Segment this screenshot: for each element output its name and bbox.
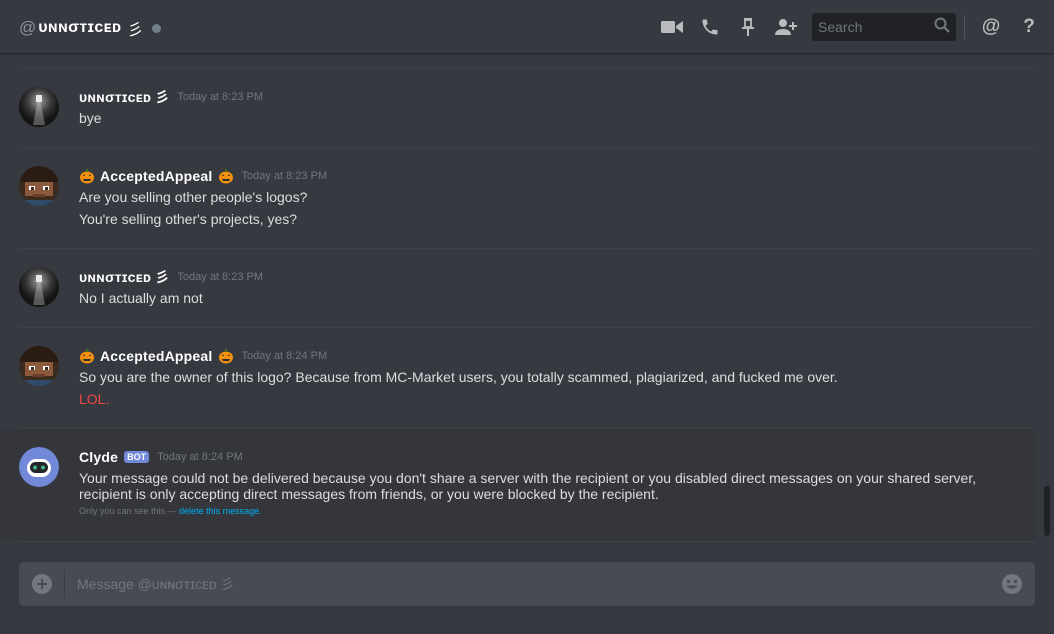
delete-message-link[interactable]: delete this message. [179, 506, 262, 516]
message-body: ᴜɴɴσᴛɪcᴇᴅ 彡 Today at 8:23 PM No I actual… [79, 267, 996, 309]
pumpkin-emoji-icon [79, 168, 95, 184]
channel-header: @ ᴜɴɴσᴛɪcᴇᴅ 彡 Search @ ? [0, 0, 1054, 54]
avatar[interactable] [19, 166, 59, 206]
pin-icon[interactable] [736, 15, 760, 39]
timestamp: Today at 8:23 PM [241, 170, 328, 182]
voice-call-icon[interactable] [698, 15, 722, 39]
author-name[interactable]: ᴜɴɴσᴛɪcᴇᴅ 彡 [79, 267, 169, 287]
header-toolbar: Search @ ? [646, 13, 1054, 41]
timestamp: Today at 8:24 PM [241, 350, 328, 362]
help-icon[interactable]: ? [1017, 15, 1041, 39]
toolbar-divider [964, 15, 965, 39]
mention-icon[interactable]: @ [979, 15, 1003, 39]
scrollbar-thumb[interactable] [1044, 486, 1050, 536]
pumpkin-emoji-icon [79, 348, 95, 364]
divider [19, 147, 1035, 148]
divider [19, 428, 1035, 429]
avatar[interactable] [19, 447, 59, 487]
emoji-picker-icon[interactable] [1001, 573, 1023, 595]
message-text: Are you selling other people's logos? [79, 189, 308, 205]
divider [19, 68, 1035, 69]
message-body: Clyde BOT Today at 8:24 PM Your message … [79, 447, 996, 516]
search-placeholder: Search [818, 19, 863, 35]
message-body: ᴜɴɴσᴛɪcᴇᴅ 彡 Today at 8:23 PM bye [79, 87, 996, 129]
dm-channel-title: @ ᴜɴɴσᴛɪcᴇᴅ 彡 [19, 16, 161, 40]
ephemeral-text: Only you can see this — [79, 506, 180, 516]
search-input[interactable]: Search [812, 13, 956, 41]
timestamp: Today at 8:23 PM [177, 91, 264, 103]
timestamp: Today at 8:23 PM [177, 271, 264, 283]
message-body: AcceptedAppeal Today at 8:24 PM So you a… [79, 346, 996, 410]
message-composer: Message @ᴜɴɴσᴛɪcᴇᴅ 彡 [19, 562, 1035, 606]
at-sign: @ [19, 18, 37, 37]
avatar[interactable] [19, 87, 59, 127]
video-call-icon[interactable] [660, 15, 684, 39]
bot-badge: BOT [124, 451, 150, 463]
channel-name: ᴜɴɴσᴛɪcᴇᴅ [38, 19, 122, 36]
message-text: So you are the owner of this logo? Becau… [79, 369, 838, 385]
message-input[interactable]: Message @ᴜɴɴσᴛɪcᴇᴅ 彡 [77, 574, 1001, 594]
pumpkin-emoji-icon [218, 348, 234, 364]
avatar[interactable] [19, 346, 59, 386]
divider [19, 541, 1035, 542]
message-text: bye [79, 110, 102, 126]
channel-name-suffix: 彡 [127, 22, 144, 39]
search-icon [934, 17, 950, 38]
message-list[interactable]: ᴜɴɴσᴛɪcᴇᴅ 彡 Today at 8:23 PM bye Accepte… [0, 54, 1036, 546]
divider [19, 327, 1035, 328]
upload-button[interactable] [19, 569, 65, 599]
message-text: Your message could not be delivered beca… [79, 470, 977, 502]
author-name[interactable]: AcceptedAppeal [100, 348, 213, 364]
ephemeral-notice: Only you can see this — delete this mess… [79, 506, 996, 516]
author-name[interactable]: Clyde [79, 449, 118, 465]
message-text: LOL. [79, 391, 110, 407]
pumpkin-emoji-icon [218, 168, 234, 184]
avatar[interactable] [19, 267, 59, 307]
author-name[interactable]: ᴜɴɴσᴛɪcᴇᴅ 彡 [79, 87, 169, 107]
divider [19, 248, 1035, 249]
message-text: No I actually am not [79, 290, 203, 306]
author-name[interactable]: AcceptedAppeal [100, 168, 213, 184]
message-text: You're selling other's projects, yes? [79, 211, 298, 227]
plus-circle-icon [31, 574, 52, 594]
status-indicator [151, 24, 161, 33]
add-friend-icon[interactable] [774, 15, 798, 39]
timestamp: Today at 8:24 PM [157, 451, 243, 463]
message-body: AcceptedAppeal Today at 8:23 PM Are you … [79, 166, 996, 230]
